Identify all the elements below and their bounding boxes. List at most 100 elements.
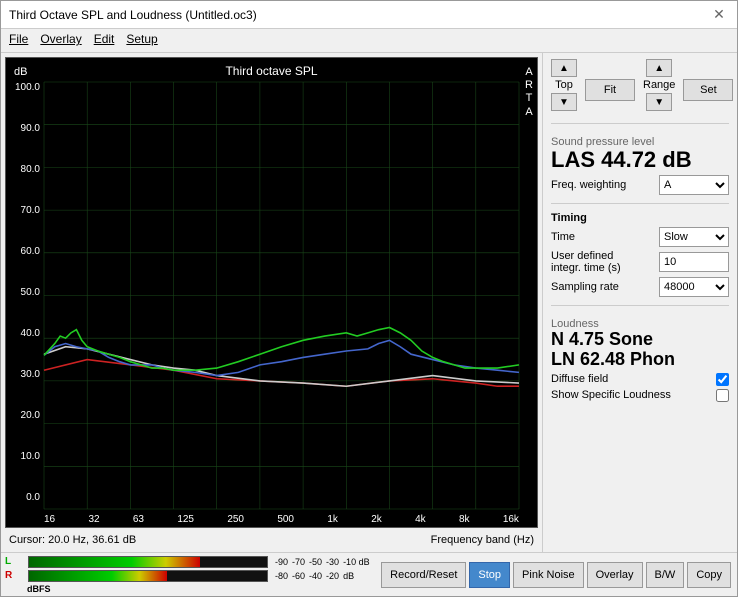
x-label-125: 125: [177, 514, 194, 525]
l-channel-label: L: [5, 556, 25, 567]
show-specific-loudness-row: Show Specific Loudness: [551, 389, 729, 402]
x-label-4k: 4k: [415, 514, 426, 525]
l-scale-2: -70: [292, 557, 305, 567]
x-label-32: 32: [88, 514, 99, 525]
show-specific-loudness-label: Show Specific Loudness: [551, 389, 671, 401]
stop-button[interactable]: Stop: [469, 562, 510, 588]
spl-value: LAS 44.72 dB: [551, 148, 729, 172]
y-label-20: 20.0: [21, 410, 40, 421]
r-scale-3: -40: [309, 571, 322, 581]
user-defined-row: User definedintegr. time (s): [551, 250, 729, 274]
chart-bottom-bar: Cursor: 20.0 Hz, 36.61 dB Frequency band…: [5, 532, 538, 548]
freq-weighting-label: Freq. weighting: [551, 179, 626, 191]
record-reset-button[interactable]: Record/Reset: [381, 562, 466, 588]
y-label-100: 100.0: [15, 82, 40, 93]
nav-controls: ▲ Top ▼ Fit ▲ Range ▼ Set: [551, 59, 729, 111]
diffuse-field-label: Diffuse field: [551, 373, 608, 385]
y-label-0: 0.0: [26, 492, 40, 503]
dbfs-r-row: R -80 -60 -40 -20 dB: [5, 570, 371, 582]
l-meter-fill: [29, 557, 200, 567]
y-axis-label: dB: [14, 66, 27, 78]
sampling-rate-select[interactable]: 48000 44100: [659, 277, 729, 297]
main-content: Third octave SPL ARTA dB 100.0 90.0 80.0…: [1, 53, 737, 552]
r-scale-4: -20: [326, 571, 339, 581]
bottom-bar: L -90 -70 -50 -30 -10 dB R -80: [1, 552, 737, 596]
r-scale-5: dB: [343, 571, 354, 581]
divider-1: [551, 123, 729, 124]
l-scale-1: -90: [275, 557, 288, 567]
top-up-button[interactable]: ▲: [551, 59, 577, 77]
timing-section: Timing Time Slow Fast User definedintegr…: [551, 212, 729, 297]
cursor-info: Cursor: 20.0 Hz, 36.61 dB: [5, 532, 140, 548]
chart-section: Third octave SPL ARTA dB 100.0 90.0 80.0…: [1, 53, 542, 552]
set-button[interactable]: Set: [683, 79, 733, 101]
top-down-button[interactable]: ▼: [551, 93, 577, 111]
set-nav-group: Set: [683, 59, 733, 111]
diffuse-field-row: Diffuse field: [551, 373, 729, 386]
window-title: Third Octave SPL and Loudness (Untitled.…: [9, 8, 257, 22]
menu-edit[interactable]: Edit: [94, 32, 115, 49]
x-label-1k: 1k: [327, 514, 338, 525]
range-down-button[interactable]: ▼: [646, 93, 672, 111]
x-label-8k: 8k: [459, 514, 470, 525]
user-defined-label: User definedintegr. time (s): [551, 250, 621, 274]
diffuse-field-checkbox[interactable]: [716, 373, 729, 386]
loudness-ln-value: LN 62.48 Phon: [551, 350, 729, 370]
y-label-90: 90.0: [21, 123, 40, 134]
dbfs-meters: L -90 -70 -50 -30 -10 dB R -80: [1, 554, 375, 596]
r-channel-label: R: [5, 570, 25, 581]
sampling-rate-label: Sampling rate: [551, 281, 619, 293]
timing-section-label: Timing: [551, 212, 729, 224]
fit-nav-group: Fit: [585, 59, 635, 111]
show-specific-loudness-checkbox[interactable]: [716, 389, 729, 402]
range-label: Range: [643, 79, 675, 91]
fit-button[interactable]: Fit: [585, 79, 635, 101]
y-label-60: 60.0: [21, 246, 40, 257]
x-label-16k: 16k: [503, 514, 519, 525]
r-scale-1: -80: [275, 571, 288, 581]
range-up-button[interactable]: ▲: [646, 59, 672, 77]
r-scale-2: -60: [292, 571, 305, 581]
x-axis-labels: 16 32 63 125 250 500 1k 2k 4k 8k 16k: [44, 514, 519, 525]
pink-noise-button[interactable]: Pink Noise: [513, 562, 584, 588]
chart-canvas-area: [44, 82, 519, 509]
top-nav-group: ▲ Top ▼: [551, 59, 577, 111]
x-label-16: 16: [44, 514, 55, 525]
copy-button[interactable]: Copy: [687, 562, 731, 588]
x-label-2k: 2k: [371, 514, 382, 525]
freq-weighting-row: Freq. weighting A C Z: [551, 175, 729, 195]
menu-bar: File Overlay Edit Setup: [1, 29, 737, 53]
freq-weighting-select[interactable]: A C Z: [659, 175, 729, 195]
overlay-button[interactable]: Overlay: [587, 562, 643, 588]
x-label-63: 63: [133, 514, 144, 525]
range-nav-group: ▲ Range ▼: [643, 59, 675, 111]
bw-button[interactable]: B/W: [646, 562, 685, 588]
time-label: Time: [551, 231, 575, 243]
y-label-10: 10.0: [21, 451, 40, 462]
divider-2: [551, 203, 729, 204]
dbfs-l-row: L -90 -70 -50 -30 -10 dB: [5, 556, 371, 568]
menu-file[interactable]: File: [9, 32, 28, 49]
l-scale-3: -50: [309, 557, 322, 567]
x-label-500: 500: [277, 514, 294, 525]
y-axis-labels: 100.0 90.0 80.0 70.0 60.0 50.0 40.0 30.0…: [6, 82, 44, 503]
user-defined-input[interactable]: [659, 252, 729, 272]
time-select[interactable]: Slow Fast: [659, 227, 729, 247]
chart-title: Third octave SPL: [6, 64, 537, 78]
close-button[interactable]: ✕: [709, 5, 729, 25]
menu-overlay[interactable]: Overlay: [40, 32, 81, 49]
chart-svg: [44, 82, 519, 509]
menu-setup[interactable]: Setup: [126, 32, 157, 49]
loudness-section: Loudness N 4.75 Sone LN 62.48 Phon Diffu…: [551, 314, 729, 402]
y-label-40: 40.0: [21, 328, 40, 339]
right-panel: ▲ Top ▼ Fit ▲ Range ▼ Set: [542, 53, 737, 552]
blue-curve: [44, 340, 519, 375]
divider-3: [551, 305, 729, 306]
l-scale-5: -10 dB: [343, 557, 370, 567]
x-label-250: 250: [227, 514, 244, 525]
spl-section: Sound pressure level LAS 44.72 dB Freq. …: [551, 132, 729, 195]
y-label-70: 70.0: [21, 205, 40, 216]
loudness-n-value: N 4.75 Sone: [551, 330, 729, 350]
top-label: Top: [555, 79, 573, 91]
y-label-30: 30.0: [21, 369, 40, 380]
